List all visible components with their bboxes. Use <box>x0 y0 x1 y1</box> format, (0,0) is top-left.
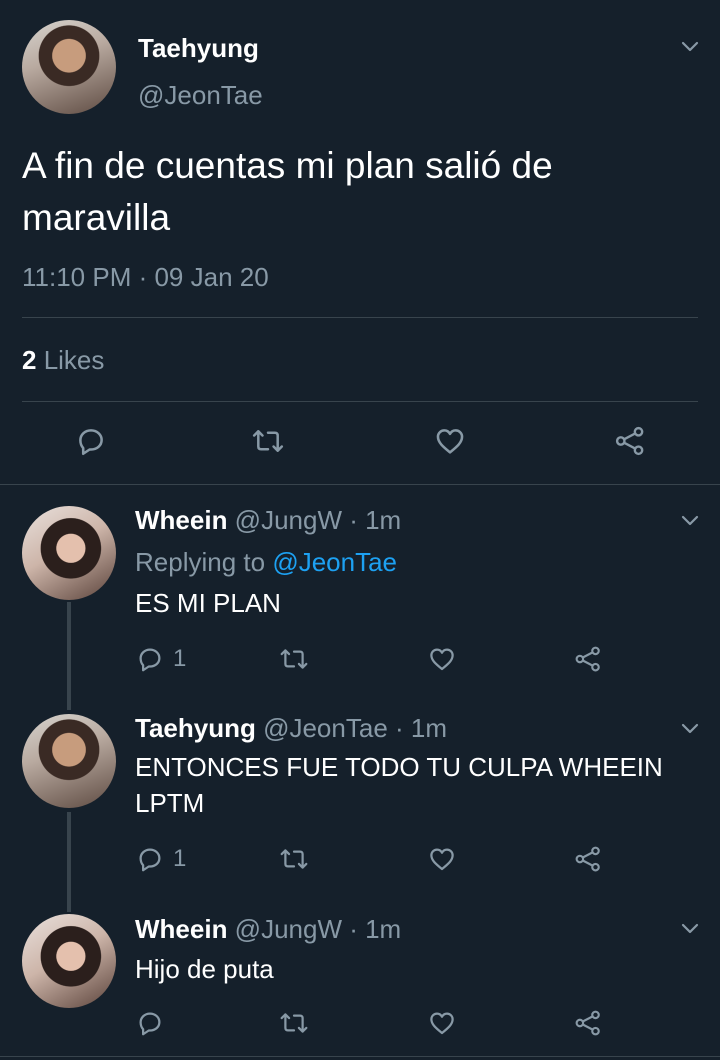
reply-header: Wheein @JungW · 1m <box>135 914 401 945</box>
like-button[interactable] <box>426 1008 458 1038</box>
tweet-timestamp[interactable]: 11:10 PM · 09 Jan 20 <box>22 262 269 293</box>
reply-count: 1 <box>173 845 187 872</box>
author-handle[interactable]: @JeonTae <box>138 80 263 111</box>
replying-prefix: Replying to <box>135 547 273 577</box>
reply-text: Hijo de puta <box>135 954 274 984</box>
like-button[interactable] <box>426 644 458 674</box>
share-icon <box>575 1010 600 1036</box>
retweet-icon <box>280 1013 308 1033</box>
reply-button[interactable] <box>74 424 108 458</box>
reply-text: ENTONCES FUE TODO TU CULPA WHEEIN LPTM <box>135 752 663 818</box>
main-tweet: Taehyung @JeonTae A fin de cuentas mi pl… <box>0 0 720 484</box>
share-button[interactable] <box>612 424 648 458</box>
reply-icon <box>139 648 161 672</box>
like-button[interactable] <box>432 424 468 458</box>
retweet-button[interactable] <box>278 644 310 674</box>
reply-meta: @JungW · 1m <box>227 914 402 944</box>
reply-button[interactable]: 1 <box>135 644 186 674</box>
likes-label: Likes <box>36 345 105 375</box>
tweet-text: A fin de cuentas mi plan salió de maravi… <box>22 145 553 238</box>
thread-line <box>67 602 71 710</box>
divider <box>22 317 698 318</box>
replying-to: Replying to @JeonTae <box>135 547 397 578</box>
chevron-down-icon[interactable] <box>678 716 702 740</box>
share-button[interactable] <box>572 644 604 674</box>
reply-button[interactable]: 1 <box>135 844 186 874</box>
like-icon <box>430 648 454 671</box>
author-name[interactable]: Taehyung <box>138 33 259 64</box>
like-icon <box>430 848 454 871</box>
retweet-button[interactable] <box>278 1008 310 1038</box>
thread-line <box>67 812 71 912</box>
reply-icon <box>79 429 103 456</box>
avatar[interactable] <box>22 714 116 808</box>
retweet-button[interactable] <box>278 844 310 874</box>
share-icon <box>575 846 600 872</box>
like-button[interactable] <box>426 844 458 874</box>
author-name[interactable]: Wheein <box>135 914 227 944</box>
reply-header: Taehyung @JeonTae · 1m <box>135 713 447 744</box>
reply-meta: @JungW · 1m <box>227 505 402 535</box>
like-icon <box>436 429 464 454</box>
share-icon <box>575 646 600 672</box>
author-name[interactable]: Wheein <box>135 505 227 535</box>
reply-button[interactable] <box>135 1008 165 1038</box>
section-separator <box>0 484 720 485</box>
author-name[interactable]: Taehyung <box>135 713 256 743</box>
divider <box>22 401 698 402</box>
reply-icon <box>139 848 161 872</box>
section-separator <box>0 1056 720 1057</box>
mention-link[interactable]: @JeonTae <box>272 547 397 577</box>
chevron-down-icon[interactable] <box>678 916 702 940</box>
likes-count: 2 <box>22 345 37 375</box>
reply-meta: @JeonTae · 1m <box>255 713 447 743</box>
retweet-icon <box>252 430 284 452</box>
reply-count: 1 <box>173 645 187 672</box>
reply-text: ES MI PLAN <box>135 588 281 618</box>
like-icon <box>430 1012 454 1035</box>
avatar[interactable] <box>22 914 116 1008</box>
share-button[interactable] <box>572 1008 604 1038</box>
likes-stat[interactable]: 2 Likes <box>22 345 104 376</box>
chevron-down-icon[interactable] <box>678 34 702 58</box>
chevron-down-icon[interactable] <box>678 508 702 532</box>
reply-header: Wheein @JungW · 1m <box>135 505 401 536</box>
reply-icon <box>139 1012 161 1036</box>
retweet-icon <box>280 649 308 669</box>
avatar[interactable] <box>22 20 116 114</box>
retweet-button[interactable] <box>250 424 286 458</box>
retweet-icon <box>280 849 308 869</box>
share-icon <box>615 426 644 456</box>
avatar[interactable] <box>22 506 116 600</box>
tweet-detail-page: Taehyung @JeonTae A fin de cuentas mi pl… <box>0 0 720 1060</box>
share-button[interactable] <box>572 844 604 874</box>
